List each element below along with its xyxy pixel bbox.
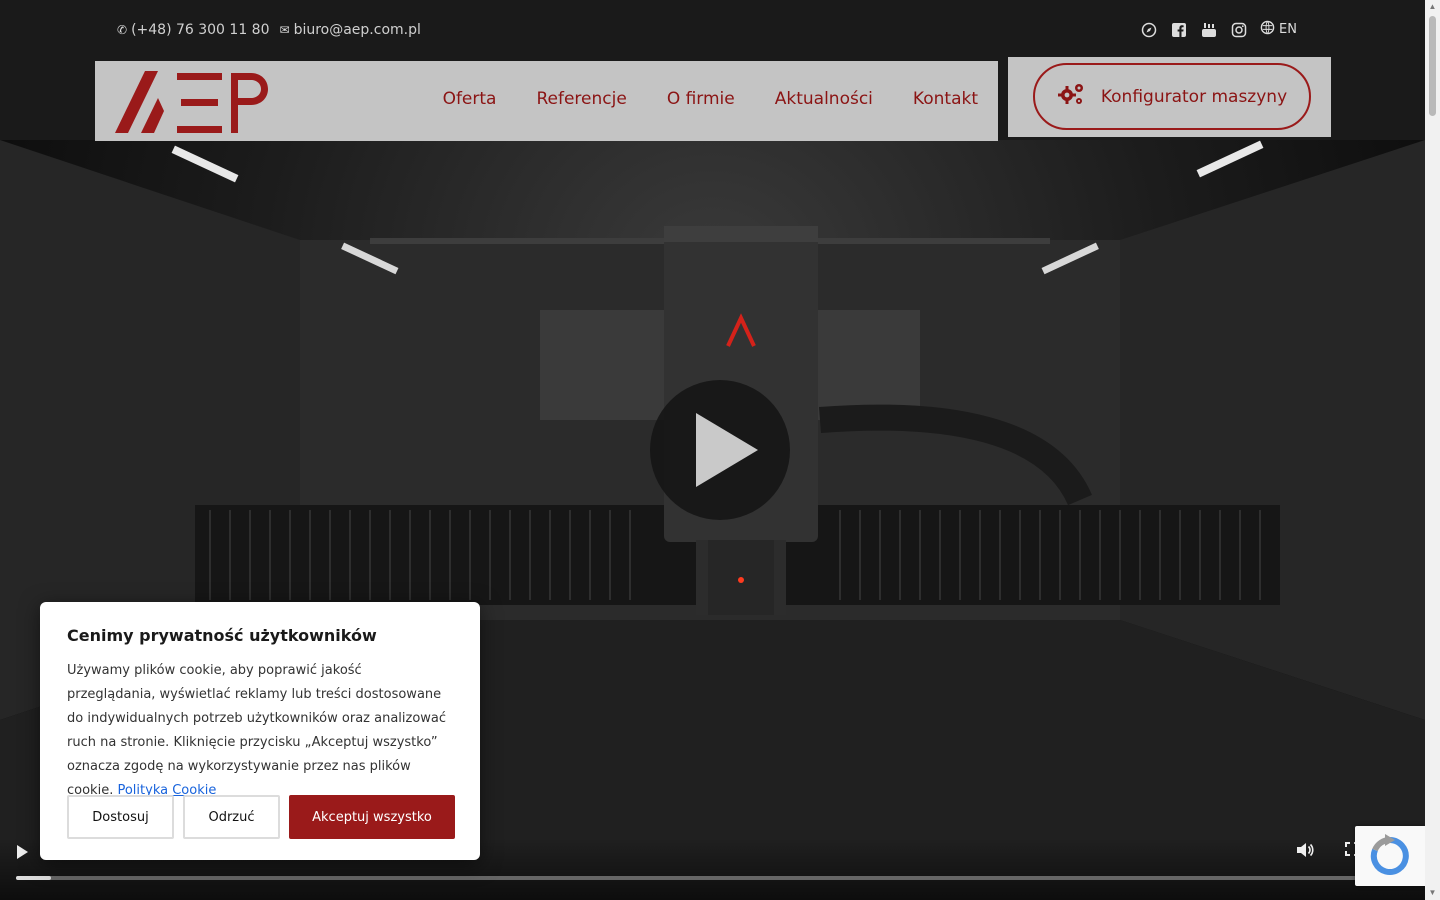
configurator-panel: Konfigurator maszyny xyxy=(1008,57,1331,137)
main-nav: Oferta Referencje O firmie Aktualności K… xyxy=(443,89,978,109)
social-links: EN xyxy=(1140,20,1297,39)
top-bar: ✆ (+48) 76 300 11 80 ✉ biuro@aep.com.pl xyxy=(0,18,1425,44)
recaptcha-icon xyxy=(1370,834,1409,875)
cookie-title: Cenimy prywatność użytkowników xyxy=(67,626,377,645)
nav-item-kontakt[interactable]: Kontakt xyxy=(913,89,978,109)
control-play-icon[interactable] xyxy=(17,845,28,859)
customize-button[interactable]: Dostosuj xyxy=(67,795,174,839)
video-progress-bar[interactable] xyxy=(16,876,1408,880)
reject-button[interactable]: Odrzuć xyxy=(183,795,280,839)
page-scrollbar[interactable]: ▲ ▼ xyxy=(1425,0,1440,900)
scroll-up-arrow[interactable]: ▲ xyxy=(1428,3,1437,11)
scroll-thumb[interactable] xyxy=(1429,16,1436,116)
nav-item-o-firmie[interactable]: O firmie xyxy=(667,89,735,109)
cookie-banner: Cenimy prywatność użytkowników Używamy p… xyxy=(40,602,480,860)
nav-item-aktualnosci[interactable]: Aktualności xyxy=(775,89,873,109)
logo-mark xyxy=(115,71,268,133)
envelope-icon: ✉ xyxy=(279,23,290,37)
nav-item-oferta[interactable]: Oferta xyxy=(443,89,497,109)
facebook-icon[interactable] xyxy=(1170,21,1188,39)
video-play-button[interactable] xyxy=(650,380,790,520)
gears-icon xyxy=(1057,82,1085,112)
nav-item-referencje[interactable]: Referencje xyxy=(536,89,626,109)
volume-icon[interactable] xyxy=(1296,842,1314,863)
site-header: Oferta Referencje O firmie Aktualności K… xyxy=(95,61,998,141)
scroll-down-arrow[interactable]: ▼ xyxy=(1428,889,1437,897)
configurator-button[interactable]: Konfigurator maszyny xyxy=(1033,63,1311,130)
email-address: biuro@aep.com.pl xyxy=(293,22,421,38)
phone-link[interactable]: ✆ (+48) 76 300 11 80 xyxy=(117,22,270,38)
video-progress-fill xyxy=(16,876,51,880)
phone-icon: ✆ xyxy=(117,23,128,37)
cookie-body: Używamy plików cookie, aby poprawić jako… xyxy=(67,663,447,798)
language-switch[interactable]: EN xyxy=(1260,20,1297,39)
email-link[interactable]: ✉ biuro@aep.com.pl xyxy=(280,22,421,38)
compass-icon[interactable] xyxy=(1140,21,1158,39)
instagram-icon[interactable] xyxy=(1230,21,1248,39)
page: ✆ (+48) 76 300 11 80 ✉ biuro@aep.com.pl xyxy=(0,0,1440,900)
logo[interactable] xyxy=(115,71,269,138)
play-icon xyxy=(696,413,758,487)
recaptcha-badge[interactable] xyxy=(1355,826,1425,886)
configurator-label: Konfigurator maszyny xyxy=(1100,86,1288,107)
phone-number: (+48) 76 300 11 80 xyxy=(131,22,270,38)
cookie-text: Używamy plików cookie, aby poprawić jako… xyxy=(67,659,453,803)
language-label: EN xyxy=(1279,22,1297,37)
accept-all-button[interactable]: Akceptuj wszystko xyxy=(289,795,455,839)
contact-info: ✆ (+48) 76 300 11 80 ✉ biuro@aep.com.pl xyxy=(117,22,421,38)
youtube-icon[interactable] xyxy=(1200,21,1218,39)
cookie-buttons: Dostosuj Odrzuć Akceptuj wszystko xyxy=(67,795,455,839)
globe-icon xyxy=(1260,20,1275,39)
